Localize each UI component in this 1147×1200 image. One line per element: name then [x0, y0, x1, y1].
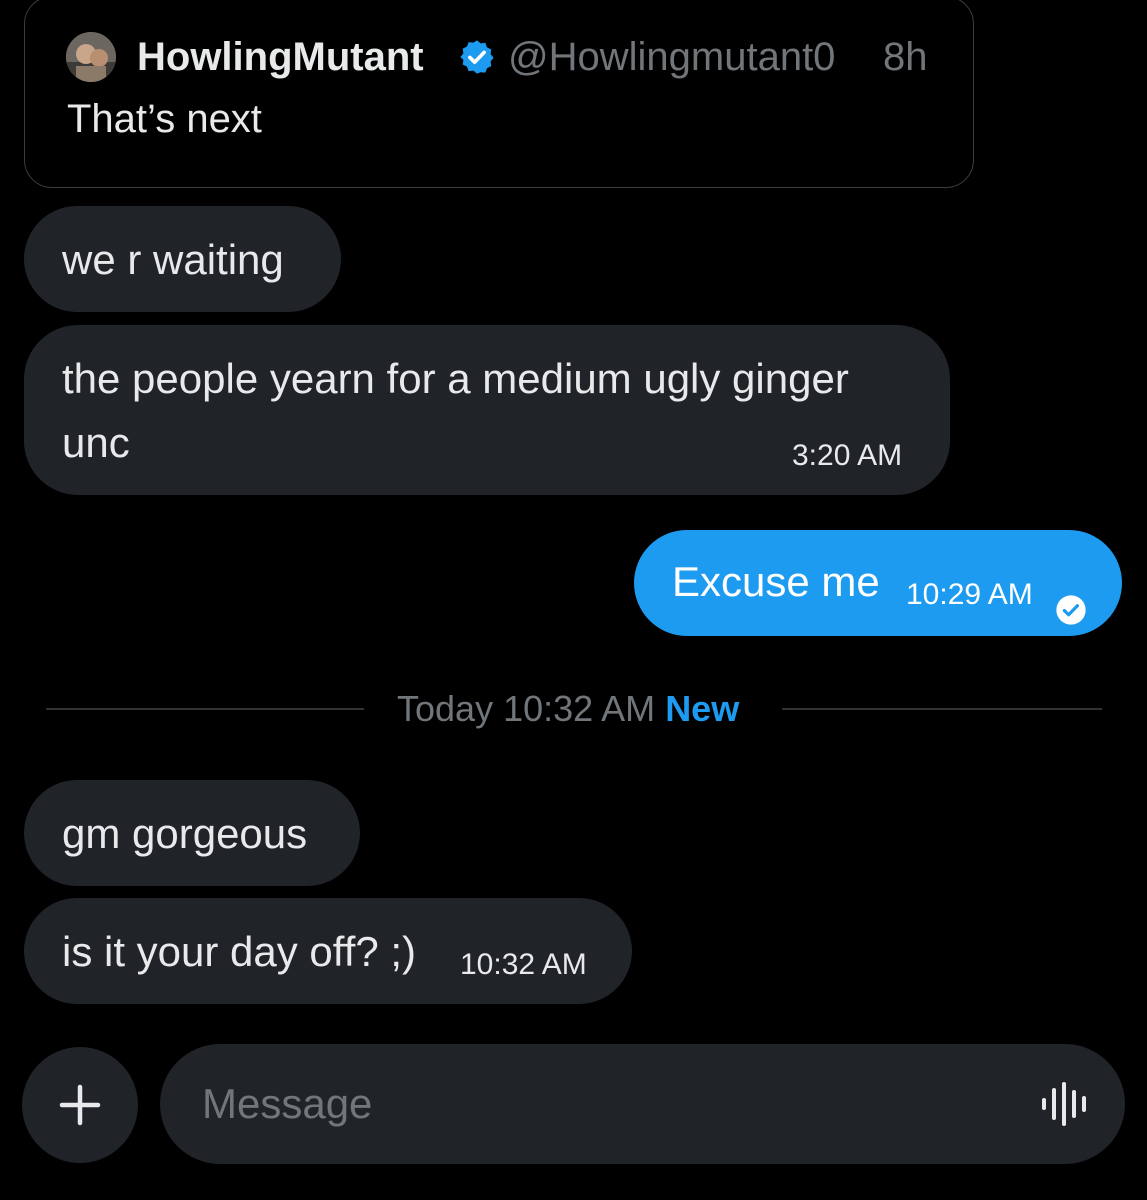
quoted-post-card[interactable]: [24, 0, 974, 188]
attach-button[interactable]: [22, 1047, 138, 1163]
message-text: Excuse me: [672, 558, 880, 605]
message-timestamp: 10:29 AM: [906, 578, 1033, 611]
date-divider: Today 10:32 AM New: [397, 688, 739, 730]
checkmark-circle-icon: [1055, 580, 1087, 625]
plus-icon: [59, 1084, 101, 1126]
quoted-post-age: 8h: [883, 35, 928, 79]
divider-line-right: [782, 708, 1102, 710]
quoted-display-name[interactable]: HowlingMutant: [137, 34, 424, 80]
message-input[interactable]: [202, 1074, 982, 1134]
message-bubble-incoming[interactable]: is it your day off? ;) 10:32 AM: [24, 898, 632, 1004]
avatar[interactable]: [66, 32, 116, 82]
verified-badge-icon: [458, 38, 496, 76]
message-timestamp: 3:20 AM: [792, 439, 903, 472]
message-timestamp: 10:32 AM: [460, 948, 587, 981]
divider-date-label: Today 10:32 AM: [397, 688, 656, 729]
new-messages-label: New: [665, 688, 740, 729]
quoted-post-text: That’s next: [67, 97, 262, 141]
message-text: we r waiting: [62, 236, 284, 283]
message-text: gm gorgeous: [62, 810, 308, 857]
message-composer[interactable]: [160, 1044, 1125, 1164]
divider-line-left: [46, 708, 364, 710]
voice-waveform-icon[interactable]: [1040, 1082, 1090, 1131]
message-text: is it your day off? ;): [62, 928, 417, 975]
message-bubble-incoming[interactable]: gm gorgeous: [24, 780, 360, 886]
quoted-handle[interactable]: @Howlingmutant0: [508, 34, 835, 80]
message-bubble-outgoing[interactable]: Excuse me 10:29 AM: [634, 530, 1122, 636]
message-text-line: unc: [62, 419, 130, 466]
message-text-line: the people yearn for a medium ugly ginge…: [62, 355, 849, 402]
message-bubble-incoming[interactable]: we r waiting: [24, 206, 341, 312]
